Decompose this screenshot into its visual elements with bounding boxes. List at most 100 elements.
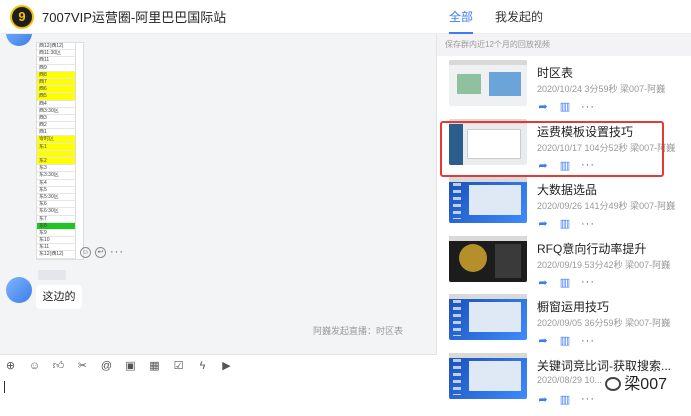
group-avatar-glyph: 9: [18, 9, 26, 24]
video-title[interactable]: RFQ意向行动率提升: [537, 240, 646, 257]
message-input[interactable]: [0, 378, 437, 416]
sender-avatar[interactable]: [6, 34, 32, 46]
sheet-row: 东8: [37, 222, 75, 230]
lightning-icon[interactable]: ϟ: [196, 360, 209, 373]
video-item[interactable]: 橱窗运用技巧 2020/09/05 36分59秒 梁007-阿巍 ➦ ▥ ···: [437, 294, 691, 354]
video-actions: ➦ ▥ ···: [537, 217, 594, 231]
video-item[interactable]: 时区表 2020/10/24 3分59秒 梁007-阿巍 ➦ ▥ ···: [437, 60, 691, 120]
video-actions: ➦ ▥ ···: [537, 100, 594, 114]
more-icon[interactable]: ···: [581, 159, 594, 171]
message-list[interactable]: 西12(西12) 西11:30区 西11 西9 西8 西7 西6 西5 西4 西3:30区 西3 西2…: [0, 34, 437, 354]
sheet-row: 东3:30区: [37, 172, 75, 180]
sheet-row: 东6: [37, 201, 75, 209]
replay-notice: 保存群内近12个月的回放视频: [437, 34, 691, 56]
text-caret: [4, 381, 5, 393]
reply-icon[interactable]: ↩: [95, 246, 106, 258]
sheet-row: 东9: [37, 230, 75, 238]
video-thumbnail[interactable]: [449, 294, 527, 340]
tab-all[interactable]: 全部: [449, 0, 474, 34]
stats-icon[interactable]: ▥: [559, 217, 571, 230]
sheet-row: 东10: [37, 237, 75, 245]
video-title[interactable]: 运费模板设置技巧: [537, 123, 633, 140]
more-icon[interactable]: ···: [581, 335, 594, 347]
sheet-row: 西3:30区: [37, 108, 75, 115]
video-tabs: 全部 我发起的: [437, 0, 691, 34]
video-title[interactable]: 时区表: [537, 64, 573, 81]
spreadsheet-image-edge: [76, 42, 84, 260]
more-icon[interactable]: ···: [581, 101, 594, 113]
share-icon[interactable]: ➦: [537, 276, 549, 289]
video-thumbnail[interactable]: [449, 235, 527, 282]
share-icon[interactable]: ➦: [537, 100, 549, 113]
thumbs-up-icon[interactable]: 👍︎: [52, 360, 65, 373]
video-item[interactable]: RFQ意向行动率提升 2020/09/19 53分42秒 梁007-阿巍 ➦ ▥ ···: [437, 235, 691, 296]
sheet-row: 西11:30区: [37, 50, 75, 58]
stats-icon[interactable]: ▥: [559, 276, 571, 289]
chat-pane: 9 7007VIP运营圈-阿里巴巴国际站 西12(西12) 西11:30区 西11 西…: [0, 0, 437, 416]
sheet-row: [37, 150, 75, 158]
message-actions: ☺ ↩ ···: [80, 246, 124, 258]
checkbox-icon[interactable]: ☑: [172, 360, 185, 373]
video-thumbnail[interactable]: [449, 177, 527, 223]
more-icon[interactable]: ···: [581, 276, 594, 288]
input-toolbar: ⊕ ☺ 👍︎ ✂ @ ▣ ▦ ☑ ϟ ▶: [0, 354, 437, 378]
video-meta: 2020/10/24 3分59秒 梁007-阿巍: [537, 84, 666, 94]
sheet-row: 西4: [37, 101, 75, 108]
sheet-row: 西9: [37, 65, 75, 72]
video-thumbnail[interactable]: [449, 60, 527, 106]
sheet-row: 东12(西12): [37, 251, 75, 259]
emoji-icon[interactable]: ☺: [28, 360, 41, 373]
tab-mine[interactable]: 我发起的: [495, 0, 543, 34]
sender-avatar[interactable]: [6, 277, 32, 303]
group-title[interactable]: 7007VIP运营圈-阿里巴巴国际站: [42, 7, 226, 26]
sheet-row: 东7: [37, 216, 75, 223]
more-icon[interactable]: ···: [581, 393, 594, 405]
live-notice: 阿巍发起直播：时区表: [312, 326, 403, 336]
video-actions: ➦ ▥ ···: [537, 159, 594, 172]
more-icon[interactable]: ···: [581, 218, 594, 230]
sheet-row: 东5: [37, 187, 75, 194]
sheet-row: 西6: [37, 86, 75, 94]
sender-name-redacted: [38, 270, 66, 280]
scissors-icon[interactable]: ✂: [76, 360, 89, 373]
stats-icon[interactable]: ▥: [559, 100, 571, 113]
video-meta: 2020/09/05 36分59秒 梁007-阿巍: [537, 318, 671, 328]
sheet-row: 东4: [37, 180, 75, 187]
video-meta: 2020/09/19 53分42秒 梁007-阿巍: [537, 259, 671, 270]
share-icon[interactable]: ➦: [537, 393, 549, 406]
video-thumbnail[interactable]: [449, 352, 527, 399]
stats-icon[interactable]: ▥: [559, 334, 571, 347]
video-title[interactable]: 橱窗运用技巧: [537, 298, 609, 315]
sheet-row: 西3: [37, 115, 75, 123]
share-icon[interactable]: ➦: [537, 334, 549, 347]
share-icon[interactable]: ➦: [537, 159, 549, 172]
sheet-row: 东11: [37, 244, 75, 252]
stats-icon[interactable]: ▥: [559, 159, 571, 172]
stats-icon[interactable]: ▥: [559, 393, 571, 406]
calendar-icon[interactable]: ▦: [148, 360, 161, 373]
sheet-row: 东1: [37, 143, 75, 151]
at-icon[interactable]: @: [100, 360, 113, 373]
reaction-emoji-icon[interactable]: ☺: [80, 246, 91, 258]
video-icon[interactable]: ▶: [220, 360, 233, 373]
video-item[interactable]: 大数据选品 2020/09/26 141分49秒 梁007-阿巍 ➦ ▥ ···: [437, 177, 691, 237]
video-title[interactable]: 大数据选品: [537, 181, 597, 198]
image-icon[interactable]: ▣: [124, 360, 137, 373]
group-avatar[interactable]: 9: [10, 4, 34, 29]
spreadsheet-image-message[interactable]: 西12(西12) 西11:30区 西11 西9 西8 西7 西6 西5 西4 西3:30区 西3 西2…: [36, 42, 76, 260]
gif-icon[interactable]: ⊕: [4, 360, 17, 373]
share-icon[interactable]: ➦: [537, 217, 549, 230]
video-actions: ➦ ▥ ···: [537, 393, 594, 406]
video-thumbnail[interactable]: [449, 118, 527, 165]
message-bubble[interactable]: 这边的: [36, 285, 82, 309]
sheet-row: 西1: [37, 129, 75, 137]
watermark: 梁007: [605, 370, 667, 394]
video-meta: 2020/10/17 104分52秒 梁007-阿巍: [537, 142, 676, 153]
replay-video-pane: 全部 我发起的 保存群内近12个月的回放视频 时区表 2020/10/24 3分5…: [437, 0, 691, 416]
chat-header: 9 7007VIP运营圈-阿里巴巴国际站: [0, 0, 437, 34]
sheet-row: 东2: [37, 158, 75, 166]
video-item[interactable]: 运费模板设置技巧 2020/10/17 104分52秒 梁007-阿巍 ➦ ▥ ···: [437, 118, 691, 179]
video-actions: ➦ ▥ ···: [537, 276, 594, 289]
more-icon[interactable]: ···: [110, 246, 124, 258]
sheet-row: 零时区: [37, 136, 75, 144]
